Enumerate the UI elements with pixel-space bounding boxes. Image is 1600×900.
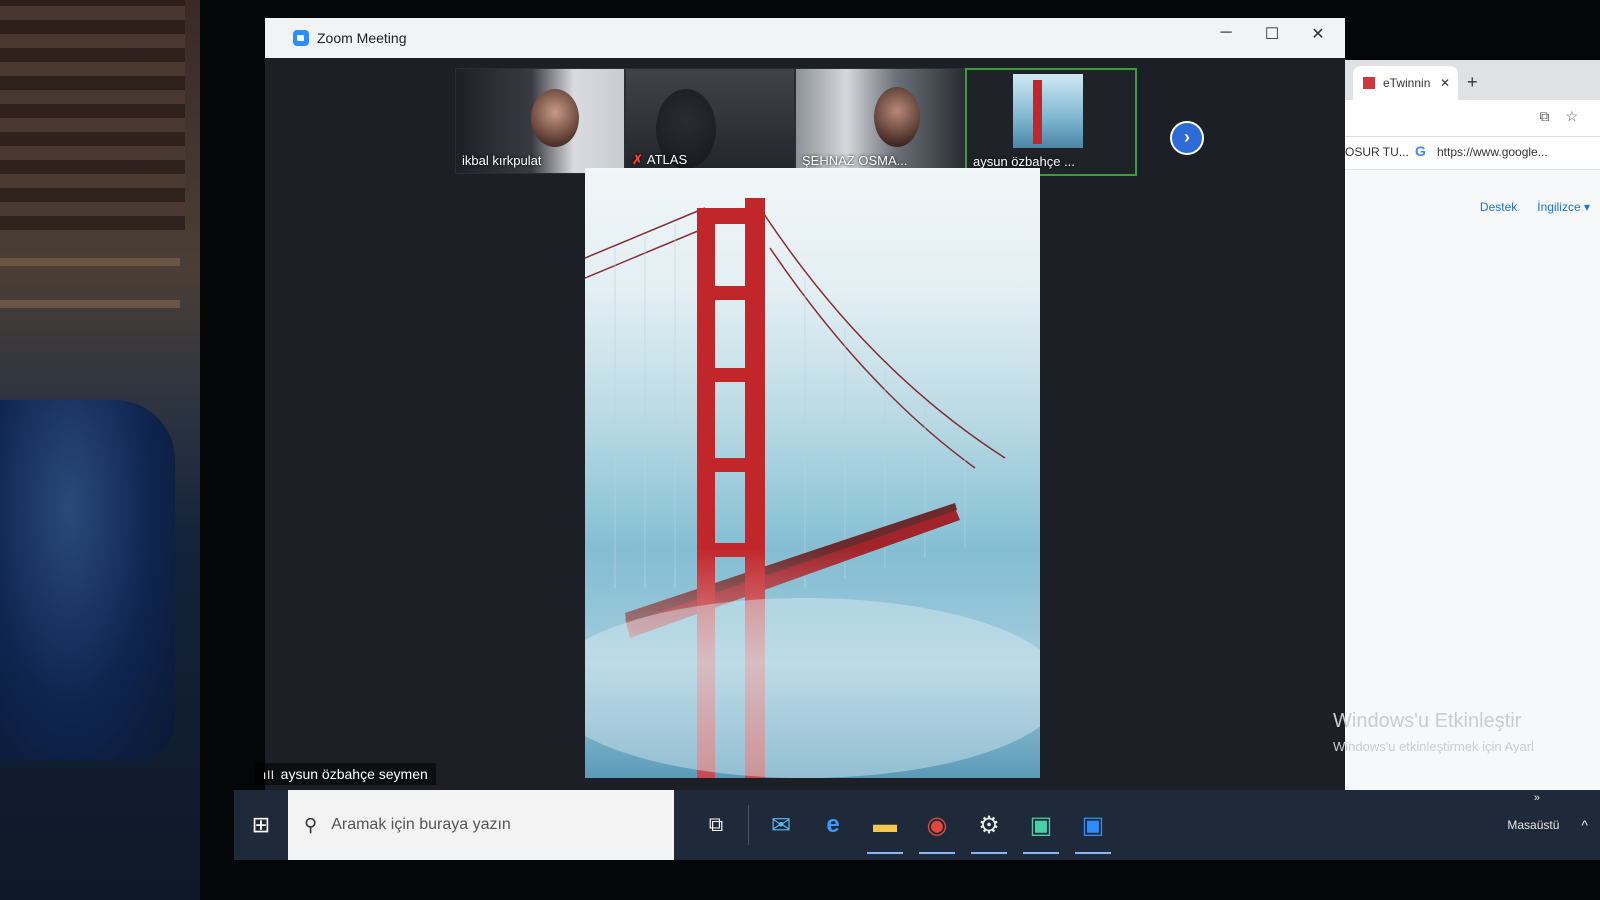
bookmark-star-icon[interactable]: ☆ <box>1565 108 1578 125</box>
participant-name: ikbal kırkpulat <box>462 153 542 168</box>
participant-video <box>874 87 920 147</box>
golden-gate-bridge-image <box>585 198 1040 778</box>
mail-icon[interactable]: ✉ <box>755 790 807 860</box>
translate-icon[interactable]: ⧉ <box>1539 108 1549 125</box>
tab-label: eTwinnin <box>1383 76 1431 90</box>
search-icon: ⚲ <box>304 814 318 835</box>
close-button[interactable]: ✕ <box>1307 24 1329 44</box>
taskbar-divider <box>748 805 749 845</box>
maximize-button[interactable]: ☐ <box>1261 24 1283 44</box>
active-speaker-label: ıll aysun özbahçe seymen <box>255 763 436 785</box>
tray-overflow-icon[interactable]: » <box>1534 792 1540 804</box>
watermark-subtitle: Windows'u etkinleştirmek için Ayarl <box>1333 739 1534 754</box>
tab-favicon-icon <box>1363 77 1375 89</box>
bookmark-item[interactable]: https://www.google... <box>1437 145 1548 159</box>
minimize-button[interactable]: ─ <box>1215 24 1237 44</box>
participant-strip: ikbal kırkpulat ✗ ATLAS ŞEHNAZ OSMA... ay… <box>455 68 1137 176</box>
chrome-icon[interactable]: ◉ <box>911 790 963 860</box>
activation-watermark: Windows'u Etkinleştir Windows'u etkinleş… <box>1333 710 1534 754</box>
file-explorer-icon[interactable]: ▬ <box>859 790 911 860</box>
system-tray: » Masaüstü ^ <box>1507 790 1600 860</box>
language-link[interactable]: İngilizce ▾ <box>1537 200 1590 214</box>
participant-tile-active-speaker[interactable]: aysun özbahçe ... <box>965 68 1137 176</box>
address-bar[interactable]: ⧉ ☆ <box>1345 100 1600 137</box>
browser-tab[interactable]: eTwinnin ✕ <box>1353 66 1458 100</box>
pinned-apps: ⧉ ✉ e ▬ ◉ ⚙ ▣ ▣ <box>690 790 1119 860</box>
participant-name: ATLAS <box>646 152 688 167</box>
settings-gear-icon[interactable]: ⚙ <box>963 790 1015 860</box>
taskbar: ⊞ ⚲ Aramak için buraya yazın ⧉ ✉ e ▬ ◉ ⚙… <box>234 790 1600 860</box>
bookmarks-bar: OSUR TU... G https://www.google... <box>1345 137 1600 170</box>
zoom-window: Zoom Meeting ─ ☐ ✕ ikbal kırkpulat ✗ ATLA… <box>255 18 1345 793</box>
next-participants-button[interactable]: › <box>1170 121 1204 155</box>
edge-browser-icon[interactable]: e <box>807 790 859 860</box>
search-placeholder: Aramak için buraya yazın <box>331 816 511 833</box>
participant-tile[interactable]: ikbal kırkpulat <box>455 68 625 174</box>
shelf <box>0 300 180 308</box>
participant-name: ŞEHNAZ OSMA... <box>802 153 908 168</box>
task-view-icon[interactable]: ⧉ <box>690 790 742 860</box>
start-button[interactable]: ⊞ <box>234 790 288 860</box>
show-hidden-icons-chevron-icon[interactable]: ^ <box>1581 817 1588 833</box>
zoom-app-icon[interactable]: ▣ <box>1067 790 1119 860</box>
plastic-bag <box>0 400 175 760</box>
zoom-logo-icon <box>293 30 309 46</box>
window-title: Zoom Meeting <box>317 30 407 46</box>
browser-tab-bar: eTwinnin ✕ + <box>1345 60 1600 100</box>
muted-mic-icon: ✗ <box>632 152 643 167</box>
shelf <box>0 258 180 266</box>
participant-video <box>531 89 579 147</box>
page-links: Destek İngilizce ▾ <box>1480 200 1590 214</box>
signal-strength-icon: ıll <box>263 768 275 782</box>
shared-screen-image <box>585 168 1040 778</box>
browser-window: eTwinnin ✕ + ⧉ ☆ OSUR TU... G https://ww… <box>1333 60 1600 795</box>
participant-name-wrap: ✗ ATLAS <box>632 152 687 168</box>
meeting-content: ikbal kırkpulat ✗ ATLAS ŞEHNAZ OSMA... ay… <box>255 58 1345 793</box>
window-controls: ─ ☐ ✕ <box>1215 24 1329 44</box>
new-tab-button[interactable]: + <box>1467 72 1478 93</box>
watermark-title: Windows'u Etkinleştir <box>1333 710 1522 732</box>
participant-screen-thumbnail <box>1013 74 1083 148</box>
wall-tiles <box>0 0 185 230</box>
tab-close-icon[interactable]: ✕ <box>1440 76 1450 90</box>
address-bar-icons: ⧉ ☆ <box>1539 108 1578 125</box>
participant-name: aysun özbahçe ... <box>973 154 1075 169</box>
speaker-name: aysun özbahçe seymen <box>280 766 428 782</box>
title-bar: Zoom Meeting ─ ☐ ✕ <box>265 18 1345 59</box>
participant-tile[interactable]: ✗ ATLAS <box>625 68 795 174</box>
bookmark-item[interactable]: OSUR TU... <box>1345 145 1409 159</box>
desktop-toolbar-label[interactable]: Masaüstü <box>1507 818 1559 832</box>
taskbar-search[interactable]: ⚲ Aramak için buraya yazın <box>288 790 674 860</box>
snipping-tool-icon[interactable]: ▣ <box>1015 790 1067 860</box>
google-icon: G <box>1415 143 1426 159</box>
participant-tile[interactable]: ŞEHNAZ OSMA... <box>795 68 965 174</box>
support-link[interactable]: Destek <box>1480 200 1517 214</box>
